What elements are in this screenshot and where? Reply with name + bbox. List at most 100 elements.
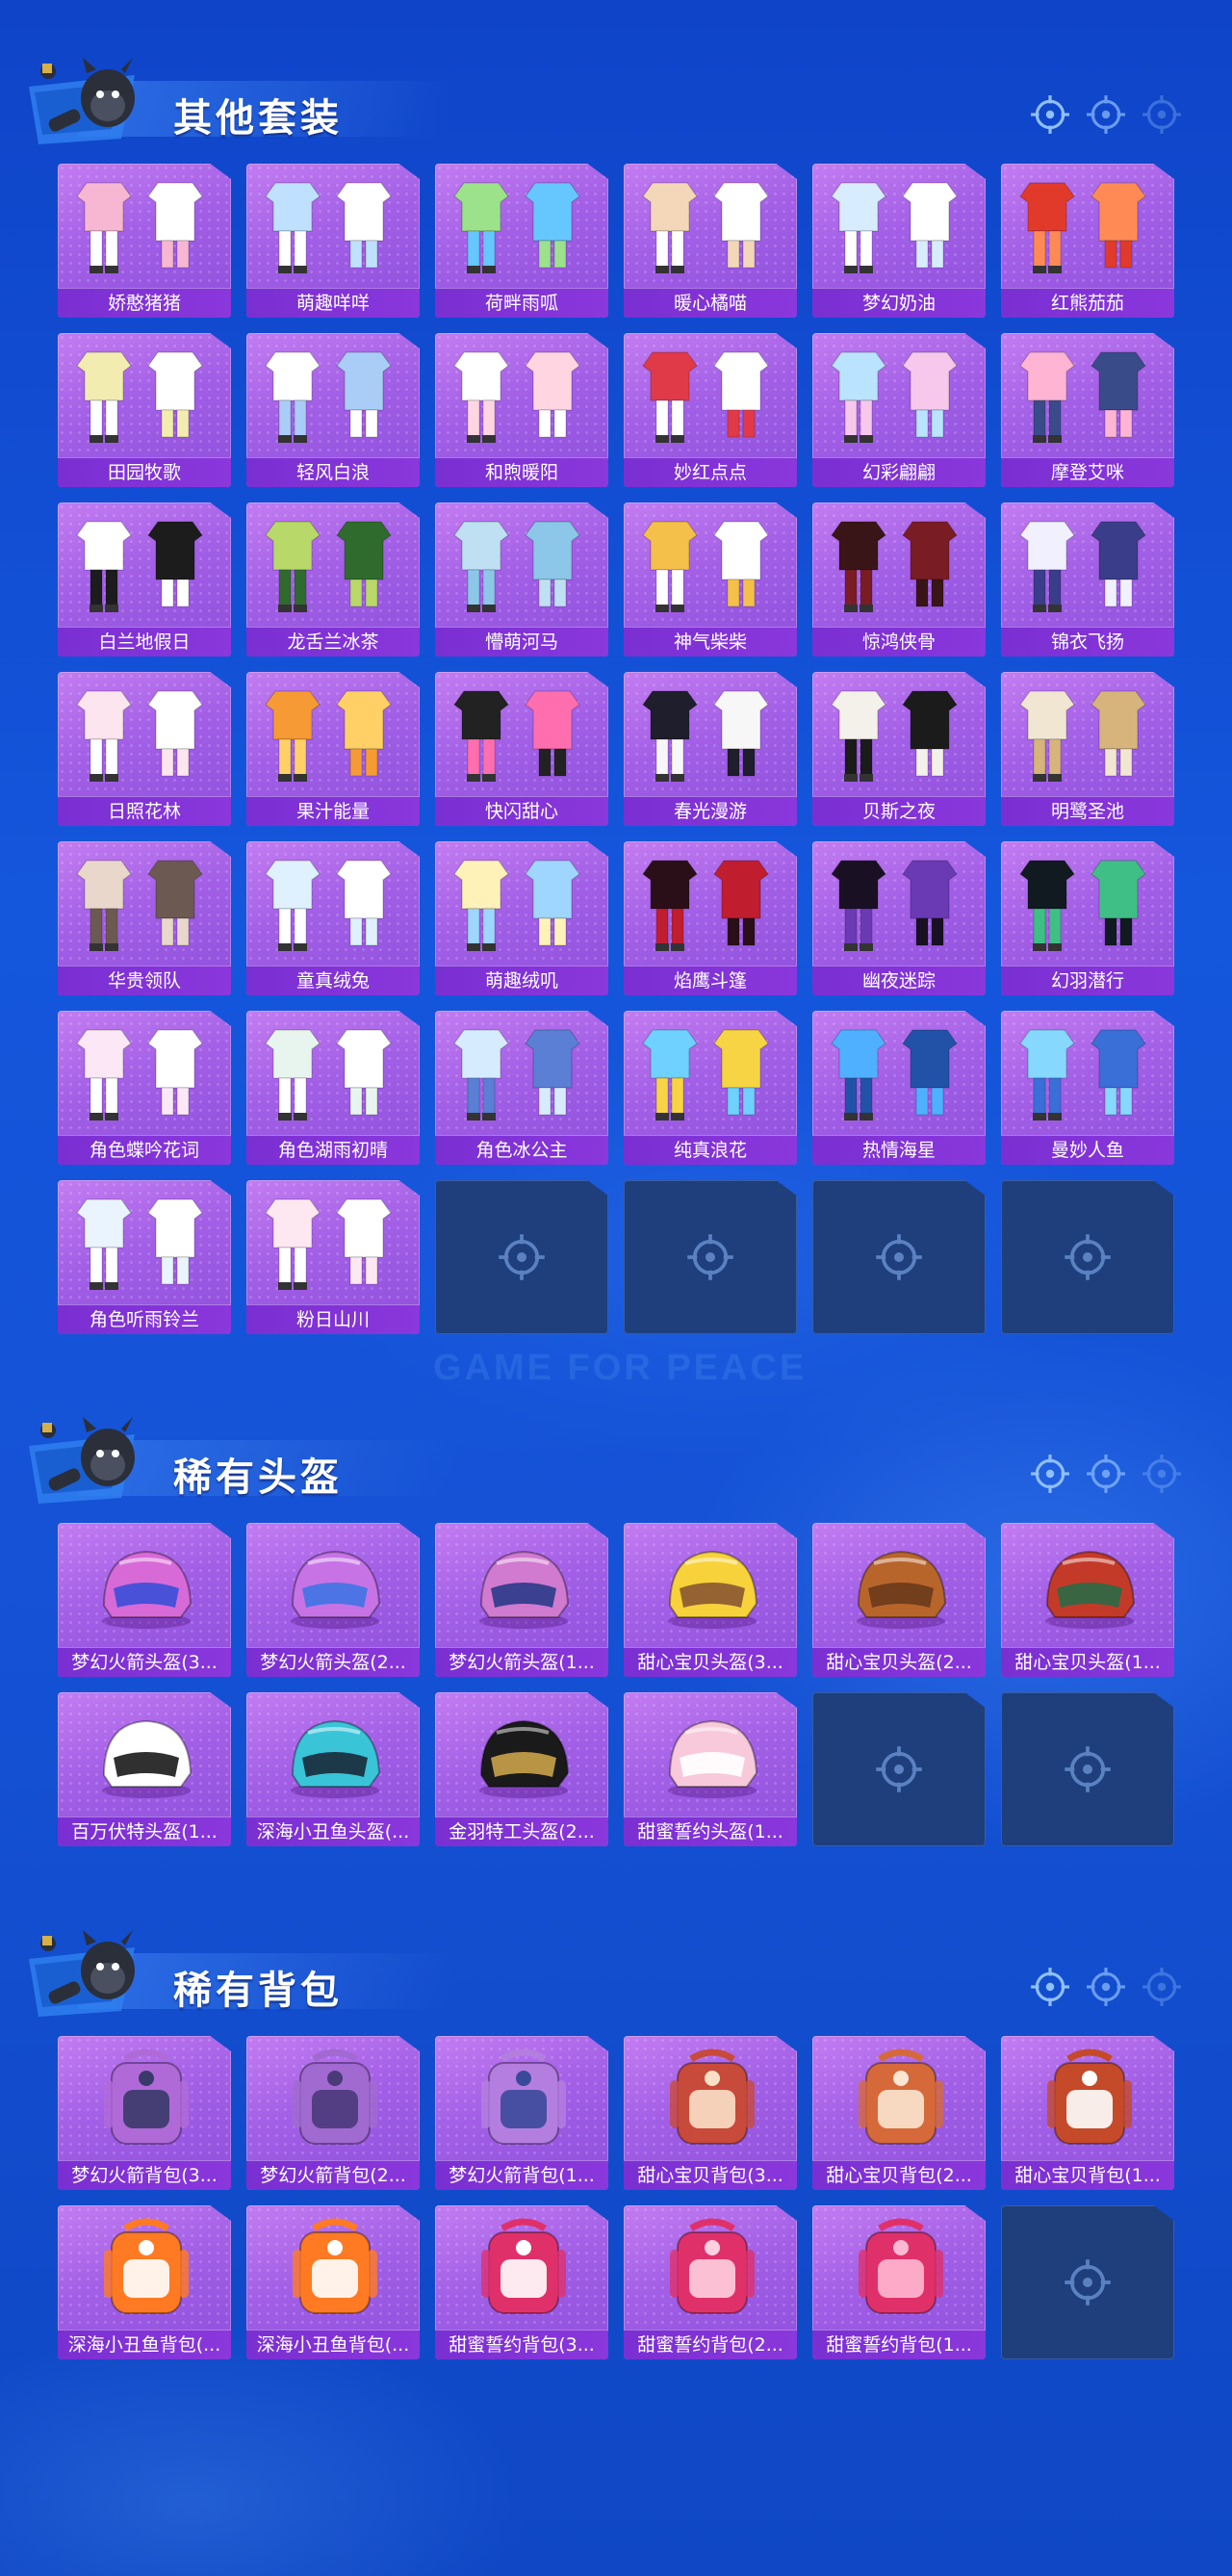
item-name: 角色湖雨初晴 xyxy=(246,1135,420,1165)
item-name: 曼妙人鱼 xyxy=(1001,1135,1174,1165)
item-name: 童真绒兔 xyxy=(246,966,420,995)
backpack-thumbnail xyxy=(1047,2048,1132,2145)
item-name: 甜心宝贝背包(2... xyxy=(812,2160,986,2190)
outfit-card[interactable]: 轻风白浪 xyxy=(246,333,420,487)
outfit-thumbnail xyxy=(76,860,203,951)
item-name: 妙红点点 xyxy=(624,457,797,487)
outfit-card[interactable]: 田园牧歌 xyxy=(58,333,231,487)
outfit-card[interactable]: 明鹭圣池 xyxy=(1001,672,1174,826)
outfit-card[interactable]: 娇憨猪猪 xyxy=(58,164,231,318)
outfit-card[interactable]: 和煦暖阳 xyxy=(435,333,608,487)
outfit-card[interactable]: 贝斯之夜 xyxy=(812,672,986,826)
outfit-card[interactable]: 纯真浪花 xyxy=(624,1011,797,1165)
helmet-card[interactable]: 百万伏特头盔(1... xyxy=(58,1692,231,1846)
outfit-card[interactable]: 华贵领队 xyxy=(58,841,231,995)
outfit-card[interactable]: 果汁能量 xyxy=(246,672,420,826)
backpack-card[interactable]: 甜蜜誓约背包(3... xyxy=(435,2205,608,2359)
backpack-card[interactable]: 梦幻火箭背包(2... xyxy=(246,2036,420,2190)
helmet-card[interactable]: 甜蜜誓约头盔(1... xyxy=(624,1692,797,1846)
outfit-card[interactable]: 快闪甜心 xyxy=(435,672,608,826)
item-name: 梦幻火箭背包(1... xyxy=(435,2160,608,2190)
outfit-card[interactable]: 红熊茄茄 xyxy=(1001,164,1174,318)
outfit-card[interactable]: 日照花林 xyxy=(58,672,231,826)
item-name: 角色蝶吟花词 xyxy=(58,1135,231,1165)
item-name: 梦幻火箭背包(3... xyxy=(58,2160,231,2190)
helmet-card[interactable]: 梦幻火箭头盔(3... xyxy=(58,1523,231,1677)
outfit-card[interactable]: 暖心橘喵 xyxy=(624,164,797,318)
outfit-card[interactable]: 荷畔雨呱 xyxy=(435,164,608,318)
item-name: 轻风白浪 xyxy=(246,457,420,487)
helmet-card[interactable]: 金羽特工头盔(2... xyxy=(435,1692,608,1846)
item-name: 梦幻火箭头盔(3... xyxy=(58,1647,231,1677)
backpack-card[interactable]: 深海小丑鱼背包(... xyxy=(58,2205,231,2359)
item-name: 果汁能量 xyxy=(246,796,420,826)
backpack-card[interactable]: 深海小丑鱼背包(... xyxy=(246,2205,420,2359)
outfit-thumbnail xyxy=(642,351,769,443)
helmet-card[interactable]: 梦幻火箭头盔(2... xyxy=(246,1523,420,1677)
item-name: 萌趣绒叽 xyxy=(435,966,608,995)
backpack-card[interactable]: 甜心宝贝背包(2... xyxy=(812,2036,986,2190)
outfit-card[interactable]: 幻羽潜行 xyxy=(1001,841,1174,995)
backpack-card[interactable]: 甜心宝贝背包(3... xyxy=(624,2036,797,2190)
backpack-card[interactable]: 甜心宝贝背包(1... xyxy=(1001,2036,1174,2190)
outfit-thumbnail xyxy=(1019,351,1146,443)
outfit-card[interactable]: 童真绒兔 xyxy=(246,841,420,995)
backpack-card[interactable]: 甜蜜誓约背包(2... xyxy=(624,2205,797,2359)
outfit-card[interactable]: 角色蝶吟花词 xyxy=(58,1011,231,1165)
outfit-card[interactable]: 龙舌兰冰茶 xyxy=(246,502,420,657)
outfit-card[interactable]: 萌趣绒叽 xyxy=(435,841,608,995)
outfit-card[interactable]: 角色湖雨初晴 xyxy=(246,1011,420,1165)
outfit-card[interactable]: 萌趣咩咩 xyxy=(246,164,420,318)
item-name: 明鹭圣池 xyxy=(1001,796,1174,826)
backpack-card[interactable]: 甜蜜誓约背包(1... xyxy=(812,2205,986,2359)
backpack-card[interactable]: 梦幻火箭背包(1... xyxy=(435,2036,608,2190)
backpack-thumbnail xyxy=(481,2218,566,2314)
outfit-card[interactable]: 粉日山川 xyxy=(246,1180,420,1334)
helmet-thumbnail xyxy=(291,1550,381,1629)
outfit-card[interactable]: 焰鹰斗篷 xyxy=(624,841,797,995)
outfit-card[interactable]: 白兰地假日 xyxy=(58,502,231,657)
outfit-card[interactable]: 幽夜迷踪 xyxy=(812,841,986,995)
outfit-card[interactable]: 曼妙人鱼 xyxy=(1001,1011,1174,1165)
helmet-card[interactable]: 梦幻火箭头盔(1... xyxy=(435,1523,608,1677)
outfit-thumbnail xyxy=(831,690,958,782)
item-name: 锦衣飞扬 xyxy=(1001,627,1174,657)
helmet-thumbnail xyxy=(102,1550,192,1629)
item-name: 梦幻火箭头盔(1... xyxy=(435,1647,608,1677)
outfit-card[interactable]: 神气柴柴 xyxy=(624,502,797,657)
outfit-thumbnail xyxy=(453,690,580,782)
mascot-icon xyxy=(29,48,183,154)
outfit-card[interactable]: 幻彩翩翩 xyxy=(812,333,986,487)
outfit-card[interactable]: 角色听雨铃兰 xyxy=(58,1180,231,1334)
outfit-thumbnail xyxy=(1019,860,1146,951)
outfit-card[interactable]: 懵萌河马 xyxy=(435,502,608,657)
outfit-card[interactable]: 惊鸿侠骨 xyxy=(812,502,986,657)
outfit-card[interactable]: 梦幻奶油 xyxy=(812,164,986,318)
item-name: 甜蜜誓约背包(2... xyxy=(624,2330,797,2359)
item-name: 角色听雨铃兰 xyxy=(58,1304,231,1334)
outfit-card[interactable]: 春光漫游 xyxy=(624,672,797,826)
empty-slot xyxy=(812,1180,986,1334)
outfit-card[interactable]: 热情海星 xyxy=(812,1011,986,1165)
helmet-card[interactable]: 甜心宝贝头盔(3... xyxy=(624,1523,797,1677)
outfit-thumbnail xyxy=(265,1029,392,1121)
item-name: 惊鸿侠骨 xyxy=(812,627,986,657)
item-name: 百万伏特头盔(1... xyxy=(58,1816,231,1846)
helmet-card[interactable]: 甜心宝贝头盔(1... xyxy=(1001,1523,1174,1677)
helmet-thumbnail xyxy=(102,1719,192,1798)
item-name: 深海小丑鱼头盔(... xyxy=(246,1816,420,1846)
outfit-thumbnail xyxy=(265,860,392,951)
helmet-card[interactable]: 甜心宝贝头盔(2... xyxy=(812,1523,986,1677)
item-name: 幻彩翩翩 xyxy=(812,457,986,487)
outfit-card[interactable]: 角色冰公主 xyxy=(435,1011,608,1165)
backpack-thumbnail xyxy=(670,2048,755,2145)
outfit-card[interactable]: 妙红点点 xyxy=(624,333,797,487)
outfit-thumbnail xyxy=(1019,1029,1146,1121)
outfit-thumbnail xyxy=(76,351,203,443)
backpack-card[interactable]: 梦幻火箭背包(3... xyxy=(58,2036,231,2190)
outfit-thumbnail xyxy=(642,521,769,612)
helmet-card[interactable]: 深海小丑鱼头盔(... xyxy=(246,1692,420,1846)
outfit-card[interactable]: 锦衣飞扬 xyxy=(1001,502,1174,657)
outfit-thumbnail xyxy=(265,521,392,612)
outfit-card[interactable]: 摩登艾咪 xyxy=(1001,333,1174,487)
